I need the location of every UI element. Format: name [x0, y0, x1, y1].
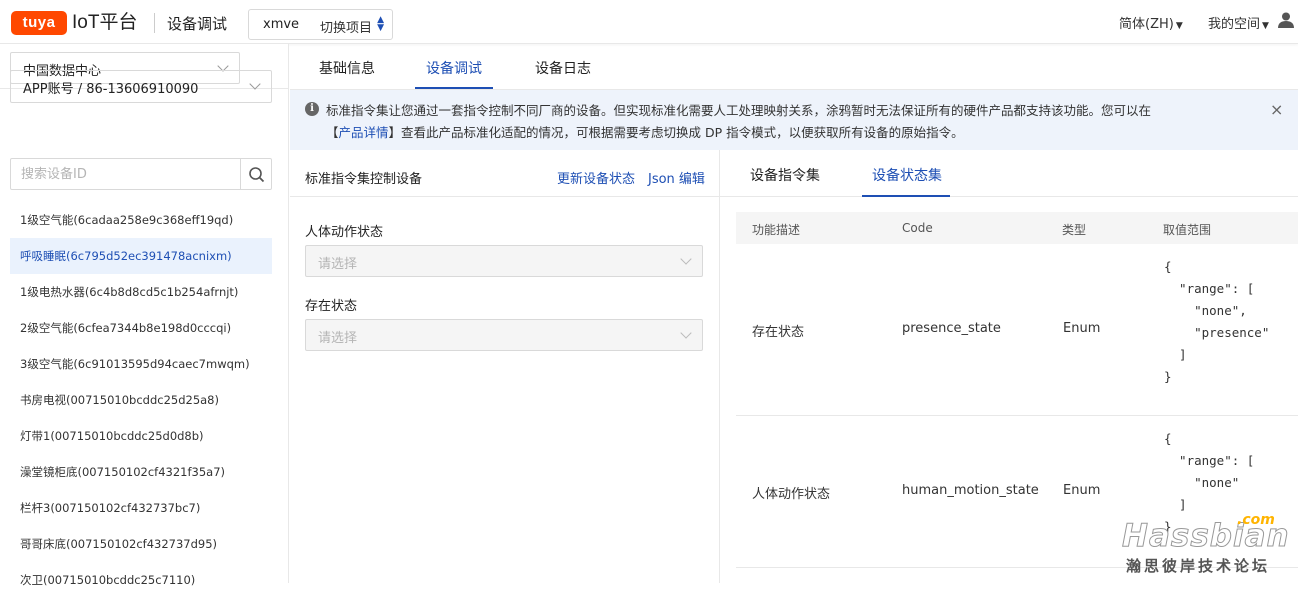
- platform-name: IoT平台: [72, 12, 138, 33]
- cell-code: presence_state: [902, 321, 1001, 336]
- column-header: 取值范围: [1163, 223, 1212, 237]
- search-icon: [249, 167, 265, 183]
- chevron-down-icon: [680, 253, 692, 265]
- device-list-item[interactable]: 灯带1(00715010bcddc25d0d8b): [10, 418, 272, 454]
- device-list-item[interactable]: 1级电热水器(6c4b8d8cd5c1b254afrnjt): [10, 274, 272, 310]
- account-value: APP账号 / 86-13606910090: [23, 82, 199, 97]
- cell-code: human_motion_state: [902, 483, 1039, 498]
- device-list-item[interactable]: 书房电视(00715010bcddc25d25a8): [10, 382, 272, 418]
- alert-text-line1: 标准指令集让您通过一套指令控制不同厂商的设备。但实现标准化需要人工处理映射关系，…: [326, 103, 1152, 118]
- language-label: 简体(ZH): [1119, 17, 1174, 32]
- sort-arrows-icon: ▲ ▼: [377, 15, 384, 33]
- search-button[interactable]: [240, 158, 272, 190]
- tuya-logo[interactable]: tuya: [11, 11, 67, 35]
- project-selector[interactable]: xmve 切换项目 ▲ ▼: [248, 9, 393, 40]
- presence-state-select[interactable]: 请选择: [305, 319, 703, 351]
- device-list-item[interactable]: 次卫(00715010bcddc25c7110): [10, 562, 272, 598]
- standard-command-panel-header: 标准指令集控制设备 更新设备状态 Json 编辑: [290, 150, 719, 197]
- chevron-down-icon: [249, 78, 261, 90]
- watermark: Hassbian .com 瀚思彼岸技术论坛: [1120, 512, 1298, 583]
- device-list-item-active[interactable]: 呼吸睡眠(6c795d52ec391478acnixm): [10, 238, 272, 274]
- my-space-label: 我的空间: [1208, 17, 1261, 32]
- active-tab-indicator: [415, 87, 493, 89]
- main-tabs: 基础信息 设备调试 设备日志: [290, 44, 1298, 90]
- field-label-presence-state: 存在状态: [305, 299, 358, 314]
- tab-device-debug[interactable]: 设备调试: [426, 58, 482, 78]
- device-list-item[interactable]: 澡堂镜柜底(007150102cf4321f35a7): [10, 454, 272, 490]
- info-icon: i: [305, 102, 319, 116]
- cell-desc: 人体动作状态: [752, 487, 831, 502]
- column-header: Code: [902, 221, 933, 235]
- column-header: 类型: [1062, 223, 1087, 237]
- refresh-status-link[interactable]: 更新设备状态: [557, 168, 635, 187]
- tab-device-log[interactable]: 设备日志: [535, 58, 591, 78]
- cell-type: Enum: [1063, 321, 1101, 336]
- device-list-item[interactable]: 哥哥床底(007150102cf432737d95): [10, 526, 272, 562]
- cell-type: Enum: [1063, 483, 1101, 498]
- device-list-item[interactable]: 1级空气能(6cadaa258e9c368eff19qd): [10, 202, 272, 238]
- account-select[interactable]: APP账号 / 86-13606910090: [10, 70, 272, 103]
- cell-desc: 存在状态: [752, 325, 805, 340]
- top-header: tuya IoT平台 设备调试 xmve 切换项目 ▲ ▼ 简体(ZH) ▼ 我的空…: [0, 0, 1298, 44]
- product-details-link[interactable]: 产品详情: [339, 125, 389, 140]
- device-list-item[interactable]: 3级空气能(6c91013595d94caec7mwqm): [10, 346, 272, 382]
- tab-status-set[interactable]: 设备状态集: [872, 165, 942, 185]
- close-icon[interactable]: ×: [1270, 100, 1283, 119]
- caret-down-icon: ▼: [1262, 21, 1269, 31]
- language-selector[interactable]: 简体(ZH) ▼: [1119, 13, 1183, 32]
- select-placeholder: 请选择: [318, 257, 358, 272]
- header-divider: [154, 13, 155, 33]
- status-tabs: 设备指令集 设备状态集: [720, 150, 1298, 197]
- page-title: 设备调试: [167, 15, 228, 33]
- panel-title: 标准指令集控制设备: [305, 172, 423, 187]
- watermark-sub: 瀚思彼岸技术论坛: [1126, 557, 1271, 575]
- device-id-search-input[interactable]: [10, 158, 241, 190]
- device-list-item[interactable]: 2级空气能(6cfea7344b8e198d0cccqi): [10, 310, 272, 346]
- cell-range: { "range": [ "none", "presence" ] }: [1164, 259, 1270, 384]
- device-list: 1级空气能(6cadaa258e9c368eff19qd) 呼吸睡眠(6c795…: [10, 202, 272, 598]
- switch-project-label: 切换项目: [320, 21, 373, 36]
- chevron-down-icon: [680, 327, 692, 339]
- watermark-com: .com: [1237, 512, 1275, 528]
- bracket-open: 【: [326, 125, 339, 140]
- user-icon[interactable]: [1277, 11, 1295, 29]
- field-label-motion-state: 人体动作状态: [305, 225, 384, 240]
- caret-down-icon: ▼: [1175, 21, 1183, 31]
- column-header: 功能描述: [752, 223, 801, 237]
- info-alert: i 标准指令集让您通过一套指令控制不同厂商的设备。但实现标准化需要人工处理映射关…: [290, 90, 1298, 150]
- table-header: 功能描述 Code 类型 取值范围: [736, 212, 1298, 244]
- device-search: [10, 158, 272, 190]
- bracket-close: 】: [388, 125, 402, 140]
- panel-divider: [719, 150, 720, 583]
- json-edit-link[interactable]: Json 编辑: [648, 168, 705, 187]
- alert-line2-text: 查看此产品标准化适配的情况，可根据需要考虑切换成 DP 指令模式，以便获取所有设…: [401, 125, 964, 140]
- device-list-item[interactable]: 栏杆3(007150102cf432737bc7): [10, 490, 272, 526]
- tab-basic-info[interactable]: 基础信息: [319, 58, 375, 78]
- select-placeholder: 请选择: [318, 331, 358, 346]
- my-space-menu[interactable]: 我的空间 ▼: [1208, 13, 1269, 32]
- active-subtab-indicator: [862, 195, 950, 197]
- alert-text-line2: 【产品详情】查看此产品标准化适配的情况，可根据需要考虑切换成 DP 指令模式，以…: [326, 122, 964, 141]
- tab-command-set[interactable]: 设备指令集: [750, 165, 820, 185]
- motion-state-select[interactable]: 请选择: [305, 245, 703, 277]
- project-name: xmve: [263, 17, 300, 32]
